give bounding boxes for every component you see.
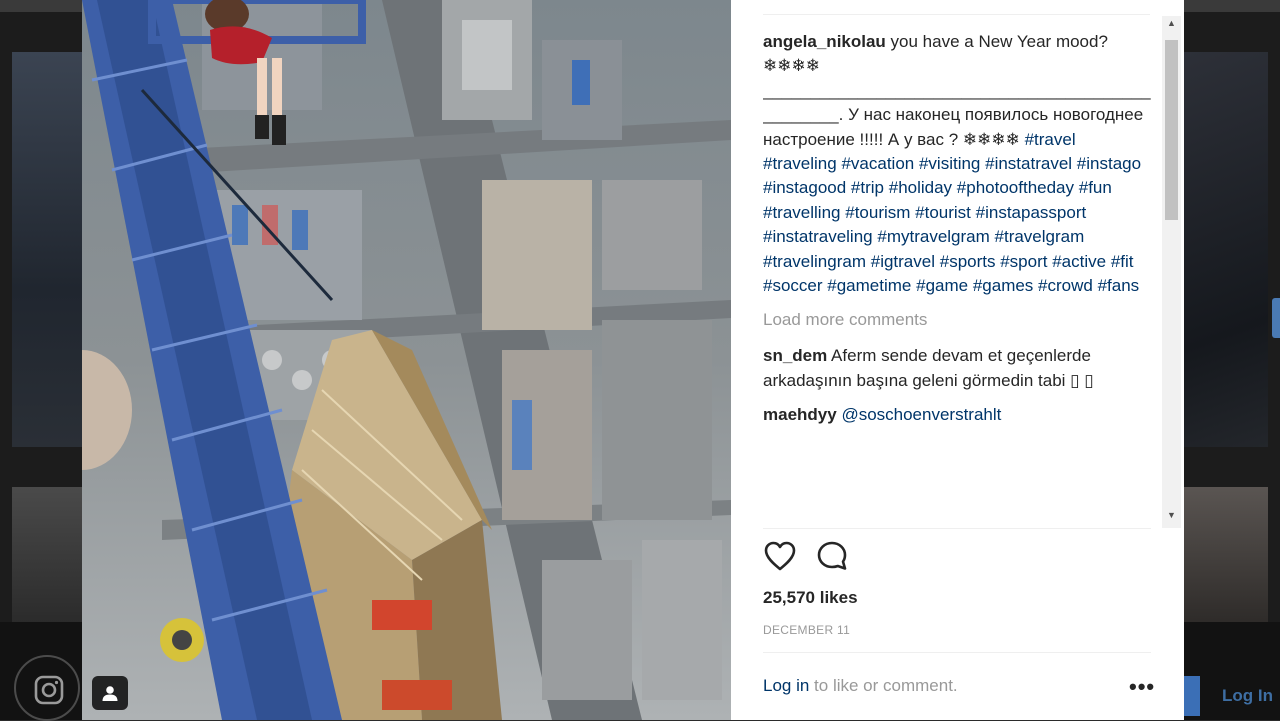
background-post-thumbnail (1184, 487, 1268, 627)
scroll-up-arrow-icon[interactable]: ▲ (1162, 16, 1181, 30)
instagram-icon[interactable] (14, 655, 80, 721)
login-prompt: Log in to like or comment. (763, 676, 958, 696)
hashtag-link[interactable]: #trip (851, 178, 884, 197)
hashtag-link[interactable]: #mytravelgram (877, 227, 989, 246)
hashtag-link[interactable]: #crowd (1038, 276, 1093, 295)
post-side-panel: angela_nikolau you have a New Year mood?… (731, 0, 1184, 720)
background-post-thumbnail (12, 52, 82, 447)
hashtag-link[interactable]: #fans (1098, 276, 1140, 295)
scroll-down-arrow-icon[interactable]: ▼ (1162, 508, 1181, 522)
hashtag-link[interactable]: #fun (1079, 178, 1112, 197)
comment-item: sn_dem Aferm sende devam et geçenlerde a… (763, 344, 1151, 393)
login-divider (763, 652, 1151, 653)
background-post-thumbnail (1184, 52, 1268, 447)
hashtag-link[interactable]: #instatravel (985, 154, 1072, 173)
background-accent (1272, 298, 1280, 338)
hashtag-link[interactable]: #fit (1111, 252, 1134, 271)
hashtag-link[interactable]: #instatraveling (763, 227, 873, 246)
hashtag-link[interactable]: #tourist (915, 203, 971, 222)
caption-username[interactable]: angela_nikolau (763, 32, 886, 51)
likes-count[interactable]: 25,570 likes (763, 588, 858, 608)
hashtag-link[interactable]: #travelling (763, 203, 841, 222)
more-options-icon[interactable]: ••• (1129, 674, 1155, 700)
heart-icon[interactable] (763, 540, 797, 577)
hashtag-link[interactable]: #instagood (763, 178, 846, 197)
hashtag-link[interactable]: #instago (1077, 154, 1141, 173)
hashtag-link[interactable]: #holiday (889, 178, 952, 197)
hashtag-link[interactable]: #sports (940, 252, 996, 271)
panel-divider (763, 14, 1150, 15)
hashtag-link[interactable]: #instapassport (976, 203, 1087, 222)
comments-scrollbar-thumb[interactable] (1165, 40, 1178, 220)
caption-text: you have a New Year mood?❄❄❄❄ __________… (763, 32, 1151, 295)
login-prompt-text: to like or comment. (809, 676, 958, 695)
hashtag-link[interactable]: #gametime (827, 276, 911, 295)
hashtag-link[interactable]: #games (973, 276, 1033, 295)
comments-list[interactable]: angela_nikolau you have a New Year mood?… (763, 30, 1151, 528)
hashtag-link[interactable]: #soccer (763, 276, 823, 295)
hashtag-link[interactable]: #sport (1000, 252, 1047, 271)
caption: angela_nikolau you have a New Year mood?… (763, 30, 1151, 298)
hashtag-link[interactable]: #tourism (845, 203, 910, 222)
background-login-button[interactable] (1184, 676, 1200, 716)
hashtag-link[interactable]: #visiting (919, 154, 980, 173)
background-post-thumbnail (12, 487, 82, 627)
comment-icon[interactable] (816, 540, 850, 577)
comment-username[interactable]: sn_dem (763, 346, 827, 365)
comment-mention-link[interactable]: @soschoenverstrahlt (841, 405, 1001, 424)
hashtag-link[interactable]: #photooftheday (957, 178, 1074, 197)
hashtag-link[interactable]: #travel (1025, 130, 1076, 149)
hashtag-link[interactable]: #active (1052, 252, 1106, 271)
post-photo[interactable] (82, 0, 731, 720)
comment-username[interactable]: maehdyy (763, 405, 837, 424)
aerial-city-crane-image (82, 0, 731, 720)
hashtag-link[interactable]: #game (916, 276, 968, 295)
actions-divider (763, 528, 1151, 529)
post-date[interactable]: DECEMBER 11 (763, 623, 850, 637)
hashtag-link[interactable]: #travelingram (763, 252, 866, 271)
comment-item: maehdyy @soschoenverstrahlt (763, 403, 1151, 427)
comment-thread: sn_dem Aferm sende devam et geçenlerde a… (763, 344, 1151, 427)
login-link[interactable]: Log in (763, 676, 809, 695)
hashtag-link[interactable]: #travelgram (995, 227, 1085, 246)
load-more-comments-button[interactable]: Load more comments (763, 308, 1151, 332)
background-login-link[interactable]: Log In (1222, 686, 1273, 706)
hashtag-link[interactable]: #vacation (841, 154, 914, 173)
hashtag-link[interactable]: #traveling (763, 154, 837, 173)
hashtag-link[interactable]: #igtravel (871, 252, 935, 271)
user-tag-icon[interactable] (92, 676, 128, 710)
